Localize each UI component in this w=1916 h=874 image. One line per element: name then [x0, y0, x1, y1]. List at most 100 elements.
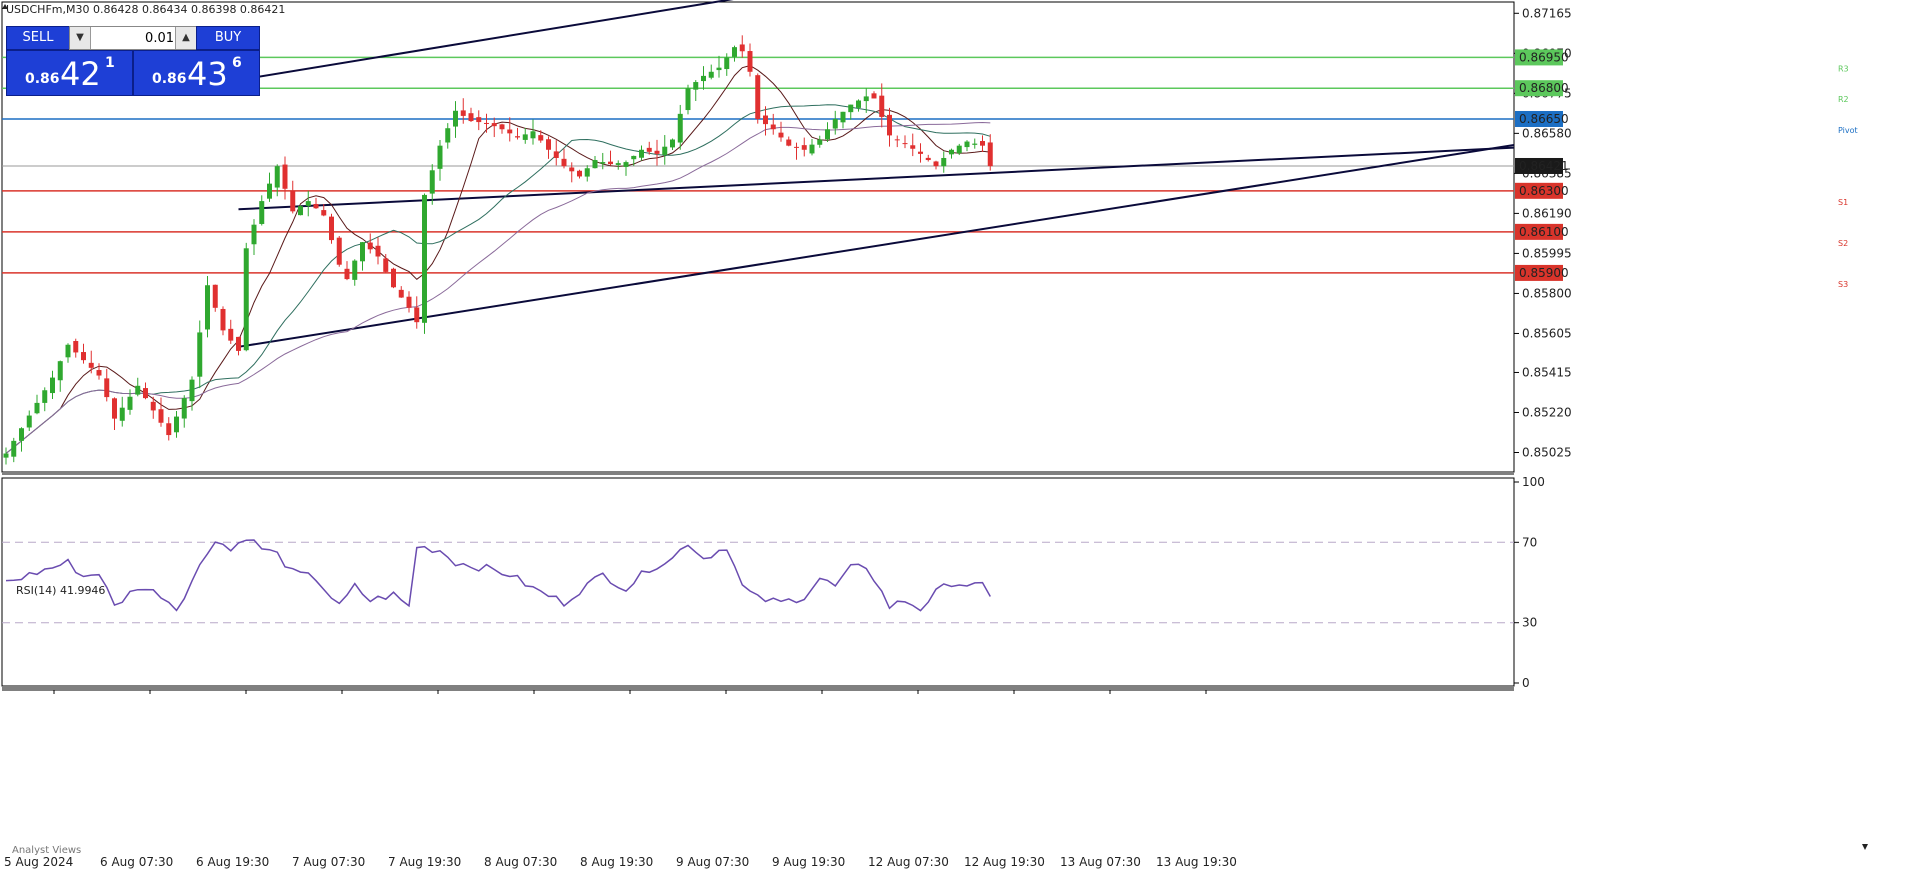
price-tick-label: 0.85800: [1522, 286, 1572, 300]
candle-body: [925, 157, 931, 161]
candle-body: [422, 194, 427, 323]
price-tick-label: 0.86190: [1522, 206, 1572, 220]
candle-body: [112, 398, 117, 419]
level-tag-s1: S1: [1838, 198, 1848, 207]
candle-body: [19, 428, 24, 441]
candle-body: [143, 388, 148, 399]
lot-decrease-chevron-down-icon[interactable]: ▼: [70, 27, 91, 49]
candle-body: [468, 113, 474, 122]
candle-body: [708, 71, 714, 78]
candle-body: [832, 118, 838, 129]
candle-body: [57, 361, 63, 381]
candle-body: [755, 75, 761, 119]
candle-body: [197, 332, 203, 377]
buy-button[interactable]: BUY: [196, 26, 260, 50]
candle-body: [42, 390, 48, 403]
candle-body: [949, 149, 954, 155]
candle-body: [763, 115, 768, 125]
candle: [422, 193, 427, 334]
candle-body: [104, 378, 110, 398]
lot-size-input[interactable]: [92, 29, 176, 47]
candle-body: [724, 57, 730, 70]
candle-body: [367, 242, 373, 250]
candle-body: [321, 210, 327, 216]
time-tick-label: 12 Aug 19:30: [964, 855, 1045, 869]
buy-price-display[interactable]: 0.86 43 6: [133, 50, 260, 96]
time-tick-label: 13 Aug 07:30: [1060, 855, 1141, 869]
candle-body: [770, 124, 776, 130]
analyst-views-label[interactable]: Analyst Views: [12, 845, 81, 856]
level-label-s2: 0.86100: [1519, 225, 1569, 239]
candle-body: [716, 67, 722, 71]
candle-body: [739, 44, 745, 52]
candle-body: [546, 139, 551, 150]
rsi-tick-label: 100: [1522, 475, 1545, 489]
symbol-label: USDCHFm,M30 0.86428 0.86434 0.86398 0.86…: [6, 3, 285, 16]
candle-body: [522, 134, 528, 140]
level-label-r3: 0.86950: [1519, 50, 1569, 64]
candle: [391, 267, 396, 289]
level-label-s1: 0.86300: [1519, 184, 1569, 198]
current-price-label: 0.86421: [1519, 159, 1569, 173]
candle-body: [150, 401, 156, 411]
candle-body: [670, 139, 675, 148]
candle: [685, 84, 691, 115]
candle-body: [73, 341, 79, 353]
candle-body: [538, 135, 544, 141]
lot-increase-chevron-up-icon[interactable]: ▲: [175, 27, 196, 49]
candle-body: [956, 145, 962, 154]
candle-body: [662, 146, 668, 155]
price-tick-label: 0.87165: [1522, 6, 1572, 20]
price-tick-label: 0.85415: [1522, 365, 1572, 379]
candle-body: [181, 398, 187, 419]
time-tick-label: 6 Aug 07:30: [100, 855, 173, 869]
sell-price-fraction: 1: [105, 55, 115, 71]
candle-body: [794, 146, 799, 148]
rsi-tick-label: 0: [1522, 676, 1530, 690]
candle-body: [135, 385, 141, 395]
time-tick-label: 9 Aug 07:30: [676, 855, 749, 869]
candle-body: [980, 141, 985, 146]
candle-body: [445, 128, 451, 143]
price-tick-label: 0.85995: [1522, 246, 1572, 260]
chart-canvas[interactable]: R3R2PivotS1S2S3 0.871650.869700.867750.8…: [0, 0, 1916, 874]
candle-body: [174, 416, 179, 433]
candle-body: [189, 379, 195, 402]
candle-body: [972, 143, 978, 145]
candle-body: [623, 162, 629, 167]
candle-body: [584, 168, 590, 177]
candle-body: [600, 162, 606, 164]
candle: [212, 284, 218, 312]
candle-body: [158, 409, 164, 423]
sell-button[interactable]: SELL: [6, 26, 70, 50]
candle-body: [825, 129, 830, 140]
candle-body: [375, 245, 381, 257]
time-tick-label: 7 Aug 07:30: [292, 855, 365, 869]
candle-body: [88, 362, 94, 368]
sell-price-prefix: 0.86: [25, 71, 60, 87]
candle-body: [933, 161, 939, 167]
candle-body: [406, 296, 412, 308]
candle-body: [460, 110, 466, 116]
time-tick-label: 12 Aug 07:30: [868, 855, 949, 869]
candle-body: [305, 201, 311, 206]
level-label-r2: 0.86800: [1519, 81, 1569, 95]
buy-price-pips: 43: [187, 55, 228, 93]
candle-body: [848, 104, 854, 113]
candle-body: [336, 237, 342, 265]
candle-body: [507, 129, 513, 134]
sell-price-display[interactable]: 0.86 42 1: [6, 50, 133, 96]
buy-price-prefix: 0.86: [152, 71, 187, 87]
level-tag-r2: R2: [1838, 95, 1849, 104]
candle-body: [801, 145, 807, 150]
time-tick-label: 13 Aug 19:30: [1156, 855, 1237, 869]
candle-body: [987, 142, 993, 167]
candle-body: [282, 164, 288, 189]
rsi-tick-label: 70: [1522, 535, 1537, 549]
candle-body: [243, 248, 249, 351]
candle-body: [437, 145, 443, 169]
candle-body: [530, 131, 536, 139]
candle-body: [26, 415, 32, 428]
candle: [336, 236, 342, 267]
candle-body: [398, 289, 404, 298]
